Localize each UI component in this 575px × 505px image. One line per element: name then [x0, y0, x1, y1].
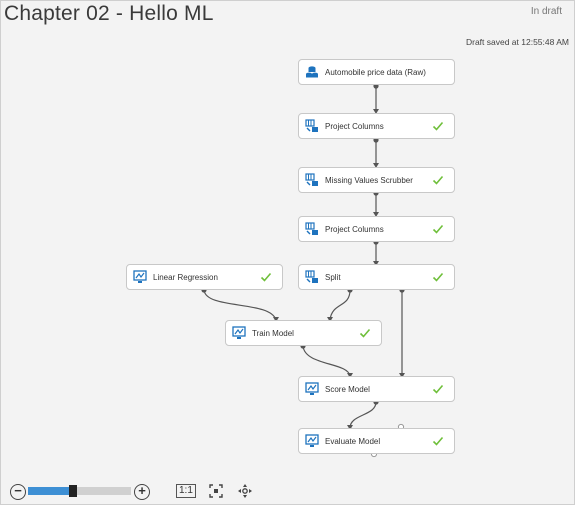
completed-check-icon [359, 328, 371, 338]
transform-icon [305, 270, 318, 283]
transform-icon [305, 222, 318, 235]
completed-check-icon [432, 272, 444, 282]
edge-split-train [329, 289, 351, 321]
module-split[interactable]: Split [298, 264, 455, 290]
model-icon [305, 434, 319, 447]
module-label: Train Model [252, 328, 294, 338]
module-label: Evaluate Model [325, 436, 381, 446]
actual-size-button[interactable]: 1:1 [176, 484, 196, 498]
module-label: Split [325, 272, 341, 282]
module-automobile-price-data[interactable]: Automobile price data (Raw) [298, 59, 455, 85]
zoom-out-icon[interactable]: − [10, 484, 26, 500]
module-label: Missing Values Scrubber [325, 175, 413, 185]
zoom-toolbar: − + 1:1 [8, 481, 268, 503]
model-icon [232, 326, 246, 339]
module-missing-values-scrubber[interactable]: Missing Values Scrubber [298, 167, 455, 193]
pan-icon[interactable] [237, 483, 253, 499]
completed-check-icon [260, 272, 272, 282]
module-label: Project Columns [325, 224, 384, 234]
module-score-model[interactable]: Score Model [298, 376, 455, 402]
module-project-columns-2[interactable]: Project Columns [298, 216, 455, 242]
completed-check-icon [432, 384, 444, 394]
edge-score-evaluate [349, 401, 377, 429]
zoom-slider-fill [28, 487, 74, 495]
module-project-columns-1[interactable]: Project Columns [298, 113, 455, 139]
edge-linreg-train [203, 289, 277, 321]
edge-train-score [302, 345, 351, 377]
zoom-slider[interactable] [28, 485, 131, 497]
completed-check-icon [432, 121, 444, 131]
fit-to-screen-icon[interactable] [208, 483, 224, 499]
completed-check-icon [432, 175, 444, 185]
transform-icon [305, 173, 318, 186]
connection-lines [201, 83, 405, 458]
completed-check-icon [432, 436, 444, 446]
zoom-in-icon[interactable]: + [134, 484, 150, 500]
module-train-model[interactable]: Train Model [225, 320, 382, 346]
dataset-icon [306, 66, 318, 78]
module-label: Score Model [325, 384, 370, 394]
module-label: Project Columns [325, 121, 384, 131]
model-icon [133, 270, 147, 283]
completed-check-icon [432, 224, 444, 234]
zoom-slider-thumb[interactable] [69, 485, 78, 497]
module-label: Linear Regression [153, 272, 218, 282]
transform-icon [305, 119, 318, 132]
module-label: Automobile price data (Raw) [325, 67, 426, 77]
model-icon [305, 382, 319, 395]
module-linear-regression[interactable]: Linear Regression [126, 264, 283, 290]
module-evaluate-model[interactable]: Evaluate Model [298, 428, 455, 454]
